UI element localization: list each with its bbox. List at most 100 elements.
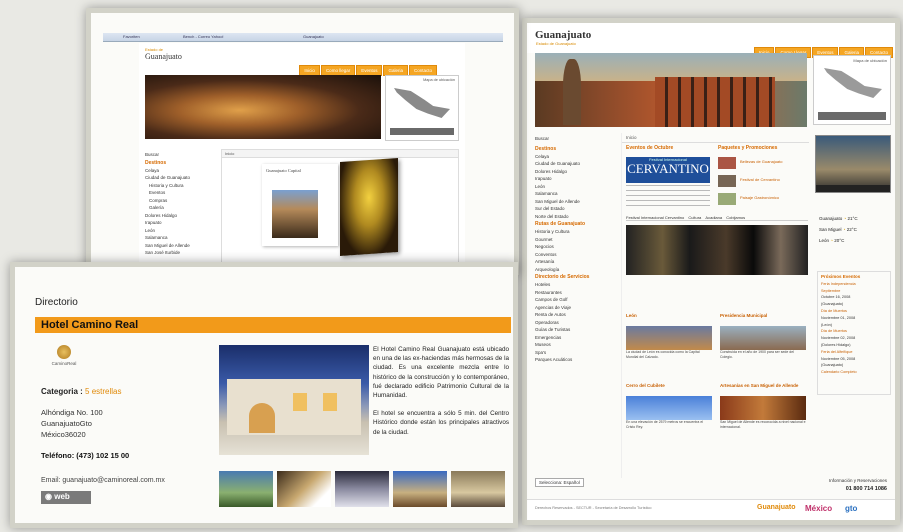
browser-tab[interactable]: Guanajuato bbox=[303, 34, 324, 39]
screenshot-frame-right: Guanajuato Estado de Guanajuato Inicio Co… bbox=[522, 18, 900, 525]
sidebar-item[interactable]: San José Iturbide bbox=[145, 249, 217, 257]
event-name[interactable]: Feria del Alfeñique bbox=[821, 349, 887, 356]
web-button[interactable]: ◉ web bbox=[41, 491, 91, 504]
sidebar-item[interactable]: Compras bbox=[145, 197, 217, 205]
video-controls[interactable] bbox=[816, 185, 890, 192]
sidebar-item[interactable]: Operadoras bbox=[535, 319, 617, 327]
article-title: Artesanías en San Miguel de Allende bbox=[720, 383, 799, 388]
event-name[interactable]: Día de Muertos bbox=[821, 328, 887, 335]
sidebar-section-directorio: Directorio de Servicios bbox=[535, 274, 590, 280]
hotel-logo[interactable]: CaminoReal bbox=[47, 345, 81, 375]
article-photo bbox=[626, 396, 712, 420]
header-banner bbox=[535, 53, 807, 127]
sidebar-item[interactable]: Conventos bbox=[535, 251, 617, 259]
package-item[interactable]: Festival de Cervantino bbox=[718, 175, 808, 189]
article-block[interactable]: Artesanías en San Miguel de Allende San … bbox=[720, 383, 806, 443]
footer-logo-gto[interactable]: gto bbox=[845, 504, 857, 513]
sidebar-item[interactable]: Celaya bbox=[535, 153, 617, 161]
footer-logo-mexico[interactable]: México bbox=[805, 504, 832, 513]
package-item[interactable]: Paisaje Gastronómico bbox=[718, 193, 808, 207]
location-map[interactable]: Mapa de ubicación bbox=[385, 75, 459, 141]
festival-banner[interactable]: Festival Internacional CERVANTINO bbox=[626, 157, 710, 183]
sidebar-item[interactable]: San Miguel de Allende bbox=[535, 198, 617, 206]
sidebar-item[interactable]: Emergencias bbox=[535, 334, 617, 342]
article-text: Construida en el año de 1900 para ser se… bbox=[720, 350, 794, 359]
sidebar-item[interactable]: Galería bbox=[145, 204, 217, 212]
article-text: En una elevación de 2579 metros se encue… bbox=[626, 420, 704, 429]
footer-logo-guanajuato[interactable]: Guanajuato bbox=[757, 504, 796, 511]
sidebar-item[interactable]: Agencias de Viaje bbox=[535, 304, 617, 312]
thumbnail[interactable] bbox=[277, 471, 331, 507]
package-label: Festival de Cervantino bbox=[740, 177, 780, 182]
sidebar-item[interactable]: Norte del Estado bbox=[535, 213, 617, 221]
sidebar-item[interactable]: Ciudad de Guanajuato bbox=[145, 174, 217, 182]
sidebar-item[interactable]: Guías de Turistas bbox=[535, 326, 617, 334]
content-tabs: Festival Internacional Cervantino Cultur… bbox=[626, 215, 808, 221]
sidebar-item[interactable]: Sur del Estado bbox=[535, 205, 617, 213]
photo-arch bbox=[249, 403, 275, 433]
event-name[interactable]: Día de Muertos bbox=[821, 308, 887, 315]
sidebar-item[interactable]: Dolores Hidalgo bbox=[145, 212, 217, 220]
map-search-bar[interactable] bbox=[390, 128, 454, 135]
package-item[interactable]: Bellezas de Guanajuato bbox=[718, 157, 808, 171]
map-search-bar[interactable] bbox=[818, 112, 886, 120]
browser-tab[interactable]: Bench - Correo Yahoo! bbox=[183, 34, 224, 39]
sidebar-item[interactable]: León bbox=[535, 183, 617, 191]
sidebar-item[interactable]: Ciudad de Guanajuato bbox=[535, 160, 617, 168]
sidebar-item[interactable]: Irapuato bbox=[145, 219, 217, 227]
screenshot-frame-hotel: Directorio Hotel Camino Real CaminoReal … bbox=[10, 262, 518, 528]
sidebar-item[interactable]: Irapuato bbox=[535, 175, 617, 183]
category-label: Categoria : bbox=[41, 387, 83, 396]
sidebar-item[interactable]: Arqueología bbox=[535, 266, 617, 274]
sidebar-item[interactable]: Renta de Autos bbox=[535, 311, 617, 319]
event-place: (Dolores Hidalgo) bbox=[821, 342, 851, 347]
browser-tab[interactable]: Favoriten bbox=[123, 34, 140, 39]
sidebar-item[interactable]: Salamanca bbox=[535, 190, 617, 198]
sidebar-item[interactable]: Historia y Cultura bbox=[145, 182, 217, 190]
video-player[interactable] bbox=[815, 135, 891, 193]
sidebar-item[interactable]: Negocios bbox=[535, 243, 617, 251]
tab-festival[interactable]: Festival Internacional Cervantino bbox=[626, 215, 684, 220]
event-name[interactable]: Septiembre bbox=[821, 288, 887, 295]
tab-cobijamos[interactable]: Cobijamos bbox=[726, 215, 745, 220]
site-logo[interactable]: Guanajuato bbox=[535, 29, 591, 41]
article-block[interactable]: Cerro del Cubilete En una elevación de 2… bbox=[626, 383, 712, 443]
banner-statue bbox=[563, 59, 581, 125]
sidebar-item[interactable]: Gourmet bbox=[535, 236, 617, 244]
globe-icon: ◉ bbox=[45, 492, 52, 501]
sidebar-item[interactable]: Campos de Golf bbox=[535, 296, 617, 304]
article-block[interactable]: León La ciudad de León es conocida como … bbox=[626, 313, 712, 371]
sidebar-item[interactable]: Spa's bbox=[535, 349, 617, 357]
site-logo[interactable]: Estado de Guanajuato bbox=[145, 47, 182, 61]
gallery-strip[interactable] bbox=[626, 225, 808, 275]
sidebar-item[interactable]: San Miguel de Allende bbox=[145, 242, 217, 250]
calendar-link[interactable]: Calendario Completo bbox=[821, 369, 887, 376]
sidebar-item[interactable]: Historia y Cultura bbox=[535, 228, 617, 236]
sidebar-item[interactable]: Celaya bbox=[145, 167, 217, 175]
sidebar-item[interactable]: Museos bbox=[535, 341, 617, 349]
thumbnail[interactable] bbox=[451, 471, 505, 507]
book-right-page[interactable] bbox=[340, 157, 398, 257]
language-select[interactable]: Selecciona: Español bbox=[535, 478, 584, 487]
thumbnail[interactable] bbox=[335, 471, 389, 507]
thumbnail[interactable] bbox=[393, 471, 447, 507]
thumbnail[interactable] bbox=[219, 471, 273, 507]
web-button-label: web bbox=[54, 492, 70, 501]
sidebar-item[interactable]: Parques Acuáticos bbox=[535, 356, 617, 364]
sidebar-item[interactable]: Restaurantes bbox=[535, 289, 617, 297]
event-name[interactable]: Feria Independencia bbox=[821, 281, 887, 288]
sidebar-item[interactable]: Artesanía bbox=[535, 258, 617, 266]
hotel-email[interactable]: Email: guanajuato@caminoreal.com.mx bbox=[41, 477, 165, 484]
location-map[interactable]: Mapa de ubicación bbox=[813, 55, 891, 125]
tab-cultura[interactable]: Cultura bbox=[688, 215, 701, 220]
sidebar-item[interactable]: Dolores Hidalgo bbox=[535, 168, 617, 176]
sidebar-item[interactable]: León bbox=[145, 227, 217, 235]
sidebar-item[interactable]: Eventos bbox=[145, 189, 217, 197]
events-title: Próximos Eventos bbox=[821, 274, 861, 279]
sidebar-item[interactable]: Hoteles bbox=[535, 281, 617, 289]
packages-title: Paquetes y Promociones bbox=[718, 145, 778, 151]
article-block[interactable]: Presidencia Municipal Construida en el a… bbox=[720, 313, 806, 371]
sidebar-item[interactable]: Salamanca bbox=[145, 234, 217, 242]
tab-acadiana[interactable]: Acadiana bbox=[705, 215, 722, 220]
hotel-main-photo[interactable] bbox=[219, 345, 369, 455]
